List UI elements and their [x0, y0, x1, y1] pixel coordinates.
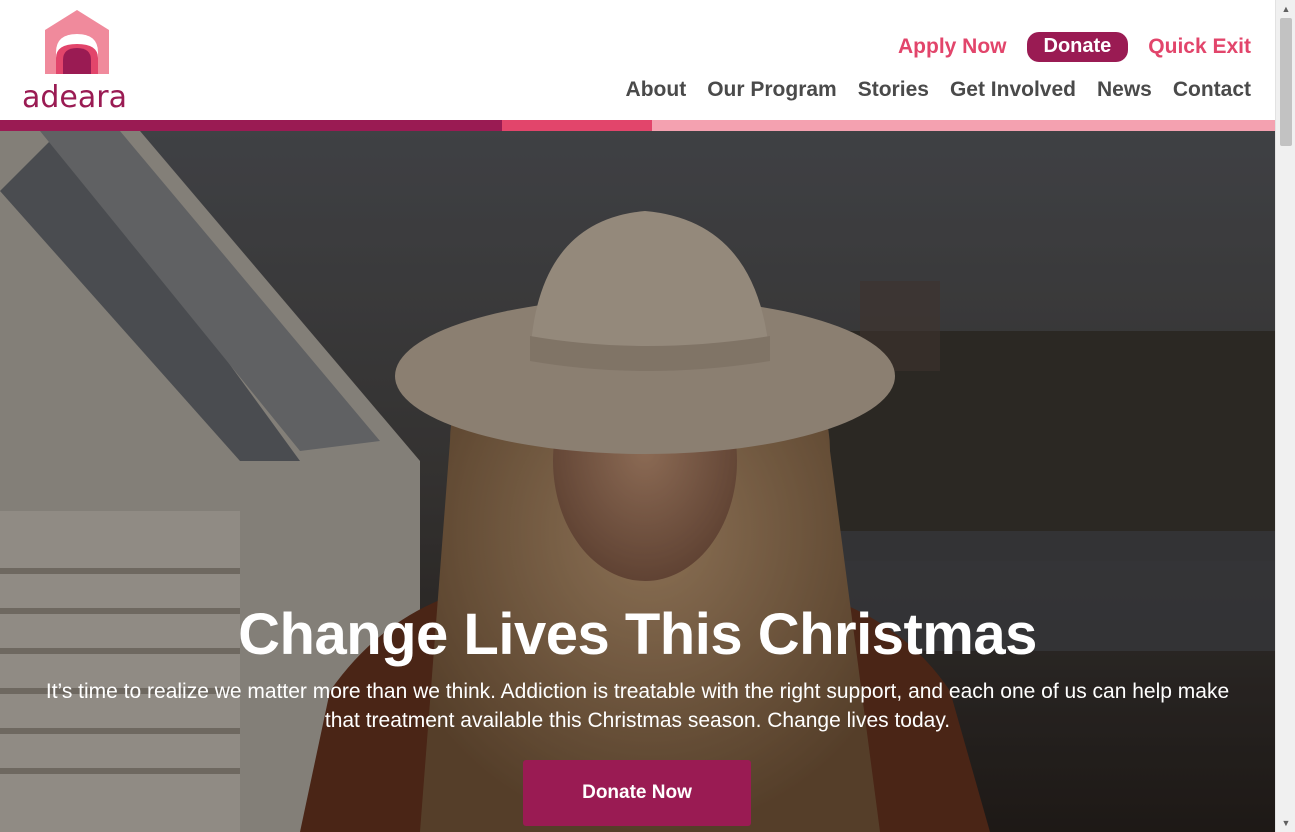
donate-now-button[interactable]: Donate Now [523, 760, 751, 826]
hero-title: Change Lives This Christmas [238, 602, 1037, 667]
triangle-up-icon[interactable]: ▲ [1276, 0, 1295, 18]
site-logo[interactable]: adeara [20, 8, 138, 115]
strip-segment-dark [0, 120, 502, 131]
hero-description: It’s time to realize we matter more than… [45, 680, 1230, 732]
page-scrollbar[interactable]: ▲ ▼ [1275, 0, 1295, 832]
nav-item-contact[interactable]: Contact [1173, 78, 1251, 102]
triangle-down-icon[interactable]: ▼ [1276, 814, 1295, 832]
hero-section: Change Lives This Christmas It’s time to… [0, 131, 1275, 832]
quick-exit-link[interactable]: Quick Exit [1148, 35, 1251, 59]
nav-item-stories[interactable]: Stories [858, 78, 929, 102]
nav-item-about[interactable]: About [626, 78, 687, 102]
nav-item-get-involved[interactable]: Get Involved [950, 78, 1076, 102]
strip-segment-light [652, 120, 1275, 131]
scrollbar-thumb[interactable] [1280, 18, 1292, 146]
nav-item-news[interactable]: News [1097, 78, 1152, 102]
utility-nav: Apply Now Donate Quick Exit [898, 32, 1251, 62]
brand-color-strip [0, 120, 1275, 131]
logo-wordmark: adeara [22, 80, 127, 115]
page-viewport: adeara Apply Now Donate Quick Exit About… [0, 0, 1275, 832]
site-header: adeara Apply Now Donate Quick Exit About… [0, 0, 1275, 120]
strip-segment-accent [502, 120, 652, 131]
apply-now-link[interactable]: Apply Now [898, 35, 1007, 59]
main-nav: About Our Program Stories Get Involved N… [626, 78, 1251, 102]
house-arch-icon [45, 10, 109, 74]
donate-button[interactable]: Donate [1026, 32, 1129, 62]
nav-item-our-program[interactable]: Our Program [707, 78, 837, 102]
